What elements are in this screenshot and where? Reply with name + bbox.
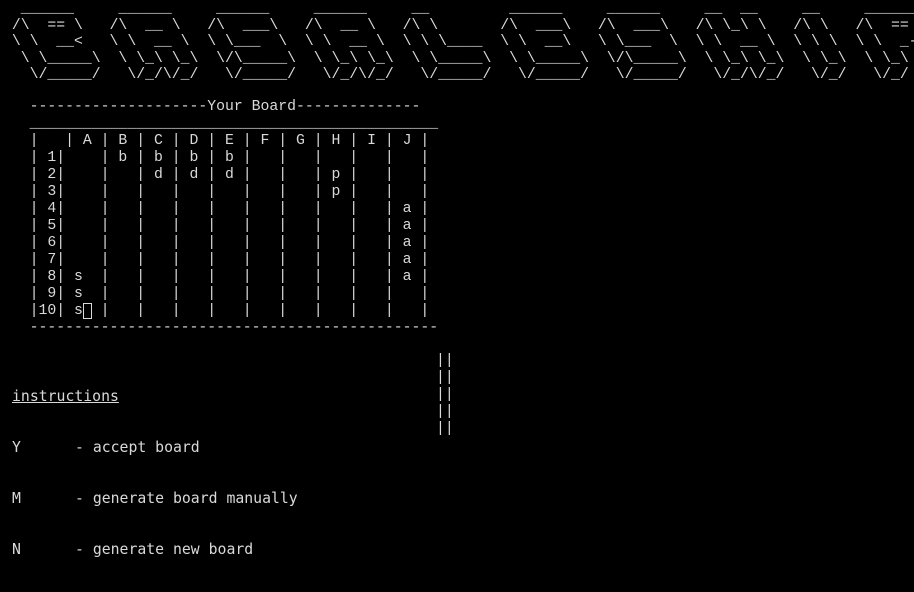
- instruction-key: N: [12, 541, 21, 558]
- terminal-window[interactable]: ______ ______ ______ ______ __ ______ __…: [0, 0, 914, 558]
- terminal-cursor: [83, 303, 92, 319]
- instruction-accept-board[interactable]: Y - accept board: [12, 439, 298, 456]
- ascii-title-banner: ______ ______ ______ ______ __ ______ __…: [11, 1, 914, 83]
- instruction-key: M: [12, 490, 21, 507]
- panel-divider: || || || || ||: [436, 352, 454, 437]
- instructions-heading: instructions: [12, 388, 119, 405]
- instruction-generate-new-board[interactable]: N - generate new board: [12, 541, 298, 558]
- instruction-key: Y: [12, 439, 21, 456]
- instruction-generate-manually[interactable]: M - generate board manually: [12, 490, 298, 507]
- instruction-label: - generate board manually: [75, 490, 298, 507]
- instruction-label: - generate new board: [75, 541, 254, 558]
- instructions-panel: instructions Y - accept board M - generate…: [12, 354, 298, 592]
- player-board-grid: --------------------Your Board----------…: [29, 99, 439, 336]
- instruction-label: - accept board: [75, 439, 200, 456]
